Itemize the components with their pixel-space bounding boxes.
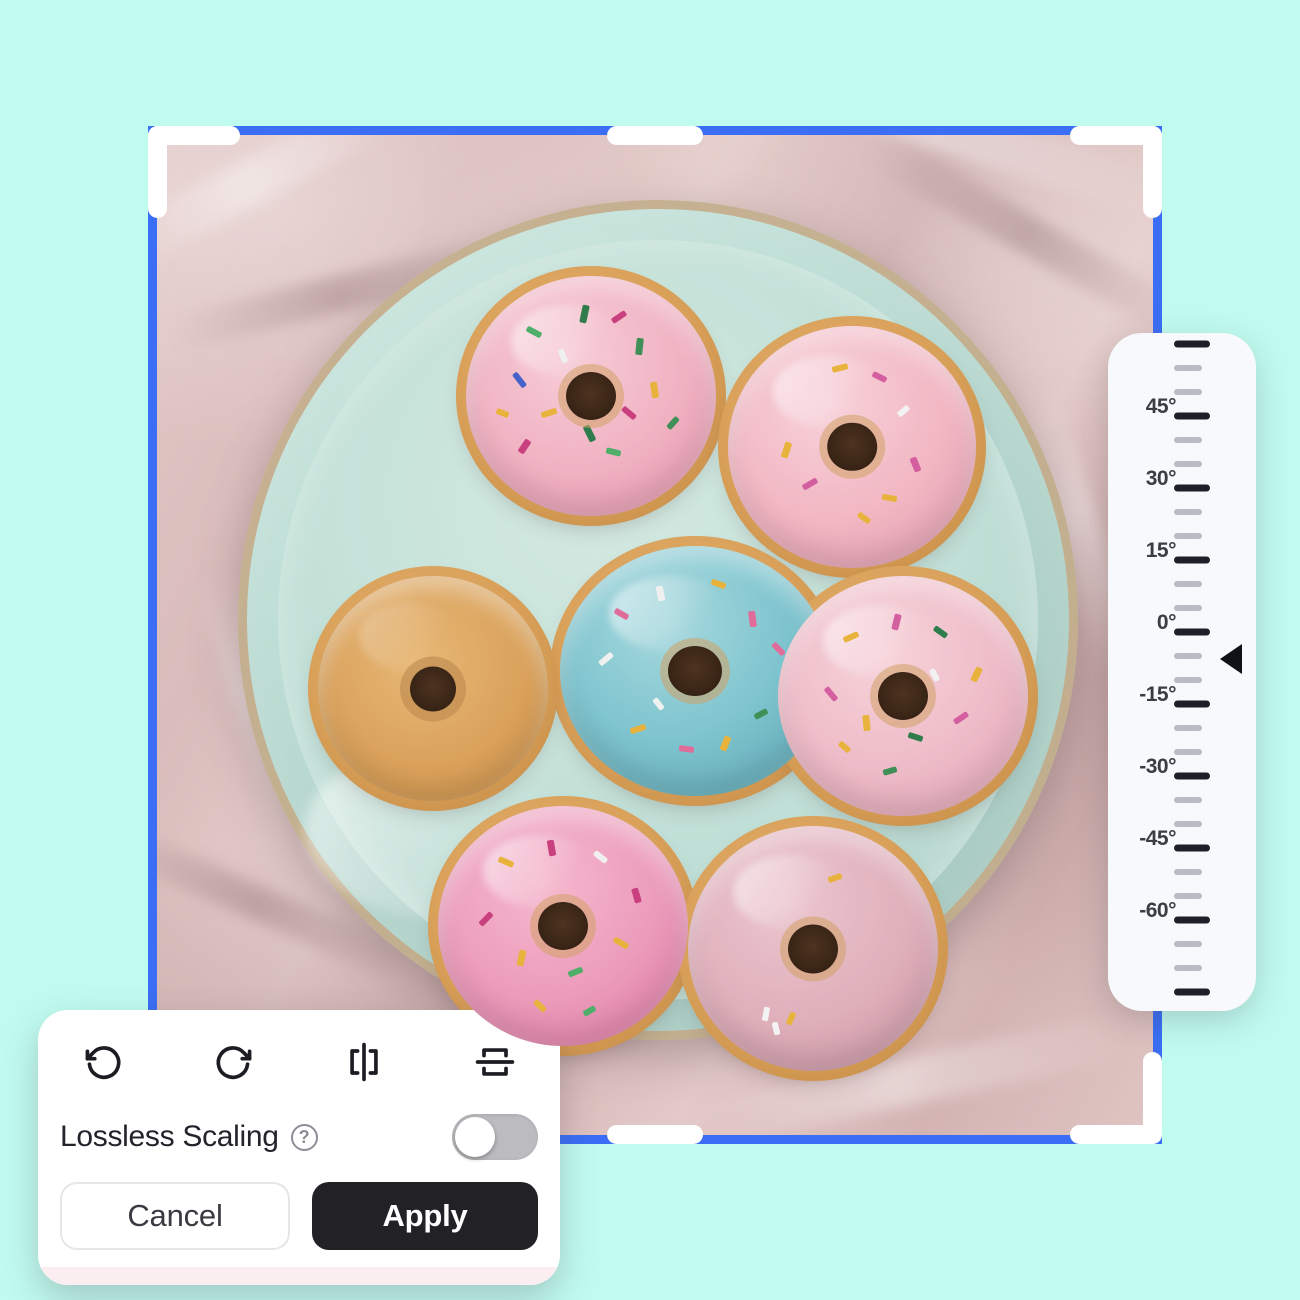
rotation-slider-panel[interactable]: 45° 30° 15° 0° -15° -30° -45° -60°: [1108, 333, 1256, 1011]
tick-mark: [1174, 605, 1202, 611]
tick-mark: [1174, 821, 1202, 827]
tick-mark: [1174, 677, 1202, 683]
donut-pink-glazed-top-right: [718, 316, 986, 578]
tick-mark: [1174, 556, 1210, 563]
transform-icon-row: [38, 1026, 560, 1098]
tick-mark: [1174, 916, 1210, 923]
tick-mark: [1174, 461, 1202, 467]
rotation-tick-label: -15°: [1139, 683, 1176, 706]
rotation-tick-label: 30°: [1145, 467, 1177, 490]
donut-mauve-glazed-bottom-right: [678, 816, 948, 1081]
tick-mark: [1174, 893, 1202, 899]
rotation-tick-label: 0°: [1156, 611, 1177, 634]
lossless-scaling-label: Lossless Scaling: [60, 1120, 279, 1153]
triangle-left-pointer[interactable]: [1220, 644, 1242, 674]
tick-mark: [1174, 941, 1202, 947]
tick-mark: [1174, 533, 1202, 539]
tick-mark: [1174, 988, 1210, 995]
tick-mark: [1174, 869, 1202, 875]
image-preview[interactable]: [148, 126, 1162, 1144]
panel-button-row: Cancel Apply: [60, 1182, 538, 1250]
donut-sugar-plain-left: [308, 566, 558, 811]
donut-pink-sprinkle-top-left: [456, 266, 726, 526]
rotation-tick-label: 45°: [1145, 395, 1177, 418]
tick-mark: [1174, 509, 1202, 515]
donut-pink-sprinkle-right: [768, 566, 1038, 826]
rotate-right-icon[interactable]: [169, 1026, 300, 1098]
cancel-button[interactable]: Cancel: [60, 1182, 290, 1250]
editor-canvas: 45° 30° 15° 0° -15° -30° -45° -60° Lossl…: [0, 0, 1300, 1300]
tick-mark: [1174, 389, 1202, 395]
tick-mark: [1174, 412, 1210, 419]
apply-button[interactable]: Apply: [312, 1182, 538, 1250]
rotate-left-icon[interactable]: [38, 1026, 169, 1098]
donut-pink-sprinkle-bottom-left: [428, 796, 698, 1056]
tick-mark: [1174, 965, 1202, 971]
tick-mark: [1174, 365, 1202, 371]
tick-mark: [1174, 844, 1210, 851]
tick-mark: [1174, 772, 1210, 779]
tick-mark: [1174, 749, 1202, 755]
rotation-tick-label: -45°: [1139, 827, 1176, 850]
rotation-tick-label: -30°: [1139, 755, 1176, 778]
flip-horizontal-icon[interactable]: [299, 1026, 430, 1098]
tick-mark: [1174, 653, 1202, 659]
rotation-tick-label: 15°: [1145, 539, 1177, 562]
help-icon[interactable]: ?: [290, 1123, 318, 1151]
lossless-scaling-row: Lossless Scaling ?: [60, 1106, 538, 1168]
rotation-tick-label: -60°: [1139, 899, 1176, 922]
transform-tool-panel: Lossless Scaling ? Cancel Apply: [38, 1010, 560, 1285]
tick-mark: [1174, 797, 1202, 803]
tick-mark: [1174, 725, 1202, 731]
tick-mark: [1174, 581, 1202, 587]
tick-mark: [1174, 628, 1210, 635]
tick-mark: [1174, 437, 1202, 443]
toggle-knob: [455, 1117, 495, 1157]
lossless-scaling-toggle[interactable]: [452, 1114, 538, 1160]
tick-mark: [1174, 700, 1210, 707]
tick-mark: [1174, 340, 1210, 347]
tick-mark: [1174, 484, 1210, 491]
